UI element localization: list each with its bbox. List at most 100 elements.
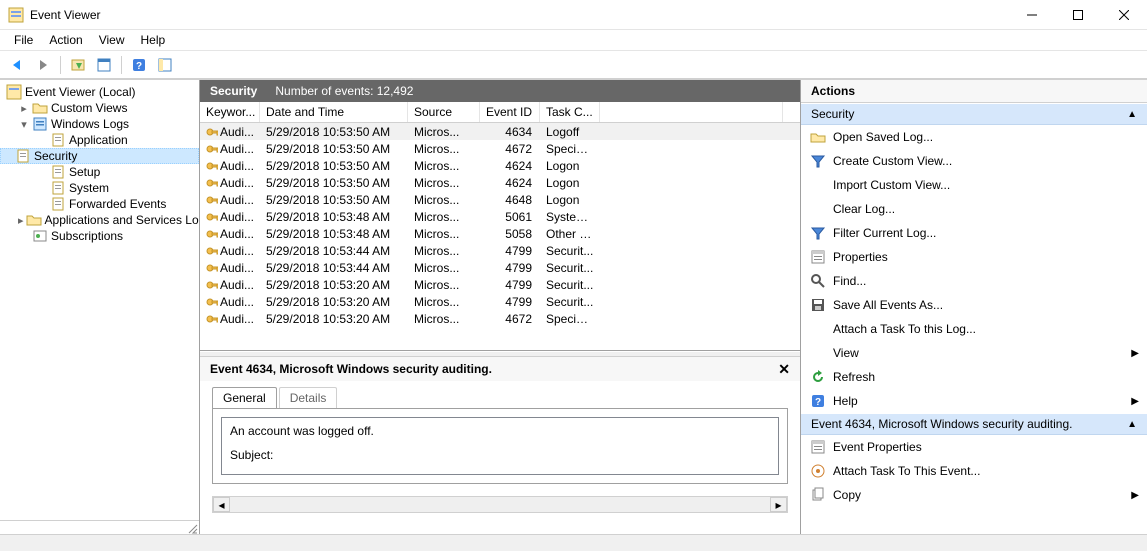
tree-node-windows-logs[interactable]: ▾Windows Logs: [0, 116, 199, 132]
scroll-right-icon[interactable]: ▸: [770, 497, 787, 512]
tree-label: Security: [33, 149, 78, 163]
cell-keywords: Audi...: [200, 278, 260, 292]
tree-toggle-icon[interactable]: ▾: [18, 118, 30, 131]
detail-body[interactable]: An account was logged off. Subject:: [221, 417, 779, 475]
props-icon: [809, 439, 827, 455]
cell-keywords: Audi...: [200, 227, 260, 241]
submenu-arrow-icon: ▶: [1131, 490, 1139, 501]
forward-button[interactable]: [31, 53, 55, 77]
tree-toggle-icon[interactable]: ▸: [18, 102, 30, 115]
event-row[interactable]: Audi...5/29/2018 10:53:44 AMMicros...479…: [200, 242, 800, 259]
tree-node-applications-and-services-lo[interactable]: ▸Applications and Services Lo: [0, 212, 199, 228]
event-grid[interactable]: Audi...5/29/2018 10:53:50 AMMicros...463…: [200, 123, 800, 351]
help-toolbar-button[interactable]: ?: [127, 53, 151, 77]
tree-node-custom-views[interactable]: ▸Custom Views: [0, 100, 199, 116]
col-source[interactable]: Source: [408, 102, 480, 122]
event-row[interactable]: Audi...5/29/2018 10:53:50 AMMicros...467…: [200, 140, 800, 157]
action-refresh[interactable]: Refresh: [801, 365, 1147, 389]
action-attach-a-task-to-this-log-[interactable]: Attach a Task To this Log...: [801, 317, 1147, 341]
col-taskcat[interactable]: Task C...: [540, 102, 600, 122]
action-help[interactable]: ?Help▶: [801, 389, 1147, 413]
action-event-properties[interactable]: Event Properties: [801, 435, 1147, 459]
maximize-button[interactable]: [1055, 0, 1101, 30]
action-filter-current-log-[interactable]: Filter Current Log...: [801, 221, 1147, 245]
menu-view[interactable]: View: [91, 31, 133, 49]
action-import-custom-view-[interactable]: Import Custom View...: [801, 173, 1147, 197]
action-label: Copy: [833, 488, 861, 502]
filter-icon: [809, 153, 827, 169]
tree-node-forwarded-events[interactable]: Forwarded Events: [0, 196, 199, 212]
menu-action[interactable]: Action: [41, 31, 90, 49]
actions-pane: Actions Security ▲ Open Saved Log...Crea…: [801, 80, 1147, 534]
back-button[interactable]: [5, 53, 29, 77]
action-save-all-events-as-[interactable]: Save All Events As...: [801, 293, 1147, 317]
cell-source: Micros...: [408, 125, 480, 139]
actions-section-event[interactable]: Event 4634, Microsoft Windows security a…: [801, 413, 1147, 435]
event-row[interactable]: Audi...5/29/2018 10:53:20 AMMicros...479…: [200, 276, 800, 293]
pane-resizer[interactable]: [0, 520, 199, 534]
cell-eventid: 4799: [480, 244, 540, 258]
tree-toggle-icon[interactable]: ▸: [18, 214, 24, 227]
cell-keywords: Audi...: [200, 142, 260, 156]
cell-keywords: Audi...: [200, 312, 260, 326]
event-row[interactable]: Audi...5/29/2018 10:53:48 AMMicros...506…: [200, 208, 800, 225]
event-row[interactable]: Audi...5/29/2018 10:53:50 AMMicros...463…: [200, 123, 800, 140]
cell-source: Micros...: [408, 159, 480, 173]
submenu-arrow-icon: ▶: [1131, 348, 1139, 359]
action-open-saved-log-[interactable]: Open Saved Log...: [801, 125, 1147, 149]
action-create-custom-view-[interactable]: Create Custom View...: [801, 149, 1147, 173]
scrollbar-track[interactable]: [230, 497, 770, 512]
event-row[interactable]: Audi...5/29/2018 10:53:48 AMMicros...505…: [200, 225, 800, 242]
view-toolbar-button[interactable]: [153, 53, 177, 77]
tree-node-security[interactable]: Security: [0, 148, 199, 164]
task-icon: [809, 463, 827, 479]
tree-node-setup[interactable]: Setup: [0, 164, 199, 180]
nav-tree[interactable]: Event Viewer (Local) ▸Custom Views▾Windo…: [0, 80, 199, 520]
action-clear-log-[interactable]: Clear Log...: [801, 197, 1147, 221]
cell-datetime: 5/29/2018 10:53:48 AM: [260, 227, 408, 241]
cell-taskcat: Logon: [540, 159, 600, 173]
minimize-button[interactable]: [1009, 0, 1055, 30]
action-attach-task-to-this-event-[interactable]: Attach Task To This Event...: [801, 459, 1147, 483]
show-hide-tree-button[interactable]: [66, 53, 90, 77]
detail-close-button[interactable]: ✕: [778, 361, 790, 378]
cell-datetime: 5/29/2018 10:53:48 AM: [260, 210, 408, 224]
close-button[interactable]: [1101, 0, 1147, 30]
event-row[interactable]: Audi...5/29/2018 10:53:44 AMMicros...479…: [200, 259, 800, 276]
scroll-left-icon[interactable]: ◂: [213, 497, 230, 512]
event-row[interactable]: Audi...5/29/2018 10:53:20 AMMicros...467…: [200, 310, 800, 327]
tab-details[interactable]: Details: [279, 387, 338, 408]
col-datetime[interactable]: Date and Time: [260, 102, 408, 122]
header-scroll-spacer: [783, 102, 800, 122]
find-icon: [809, 273, 827, 289]
none-icon: [809, 201, 827, 217]
event-row[interactable]: Audi...5/29/2018 10:53:50 AMMicros...462…: [200, 174, 800, 191]
action-copy[interactable]: Copy ▶: [801, 483, 1147, 507]
properties-toolbar-button[interactable]: [92, 53, 116, 77]
cell-source: Micros...: [408, 176, 480, 190]
action-view[interactable]: View▶: [801, 341, 1147, 365]
action-label: Create Custom View...: [833, 154, 952, 168]
event-row[interactable]: Audi...5/29/2018 10:53:50 AMMicros...464…: [200, 191, 800, 208]
col-keywords[interactable]: Keywor...: [200, 102, 260, 122]
detail-hscrollbar[interactable]: ◂ ▸: [212, 496, 788, 513]
cell-eventid: 4648: [480, 193, 540, 207]
tab-general[interactable]: General: [212, 387, 277, 408]
menu-file[interactable]: File: [6, 31, 41, 49]
tree-root[interactable]: Event Viewer (Local): [0, 84, 199, 100]
cell-eventid: 5058: [480, 227, 540, 241]
action-label: Help: [833, 394, 858, 408]
event-row[interactable]: Audi...5/29/2018 10:53:20 AMMicros...479…: [200, 293, 800, 310]
center-header: Security Number of events: 12,492: [200, 80, 800, 102]
col-eventid[interactable]: Event ID: [480, 102, 540, 122]
tree-node-system[interactable]: System: [0, 180, 199, 196]
cell-source: Micros...: [408, 227, 480, 241]
actions-section-security[interactable]: Security ▲: [801, 103, 1147, 125]
tree-label: Application: [68, 133, 129, 147]
menu-help[interactable]: Help: [133, 31, 174, 49]
tree-node-subscriptions[interactable]: Subscriptions: [0, 228, 199, 244]
tree-node-application[interactable]: Application: [0, 132, 199, 148]
action-properties[interactable]: Properties: [801, 245, 1147, 269]
action-find-[interactable]: Find...: [801, 269, 1147, 293]
event-row[interactable]: Audi...5/29/2018 10:53:50 AMMicros...462…: [200, 157, 800, 174]
